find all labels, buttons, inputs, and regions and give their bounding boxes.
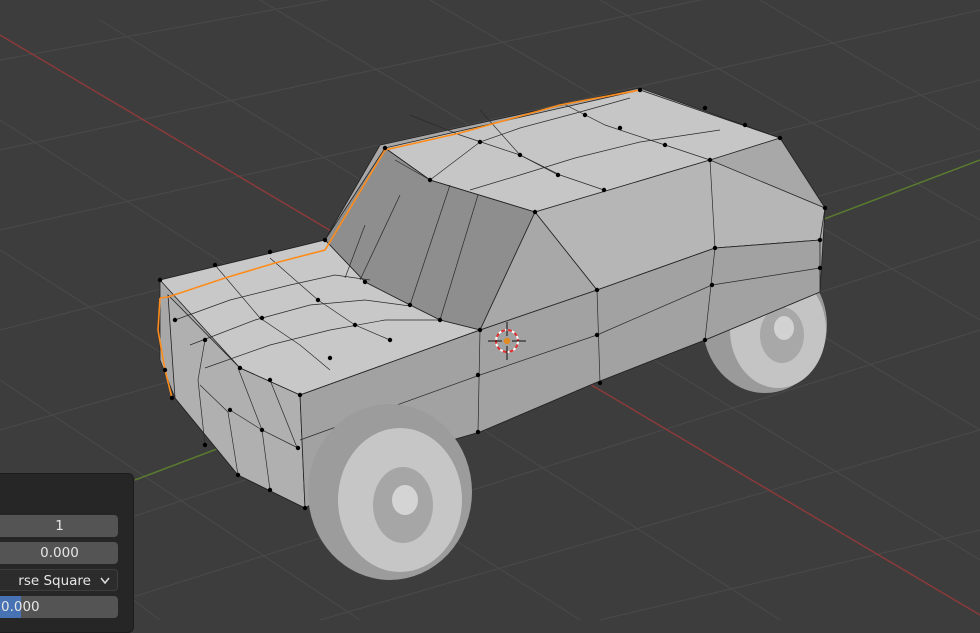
3d-viewport[interactable]	[0, 0, 980, 620]
value-field-1-text: 1	[55, 518, 64, 534]
operator-panel[interactable]: 1 0.000 rse Square 0.000	[0, 473, 134, 633]
value-field-2[interactable]: 0.000	[0, 542, 118, 564]
falloff-dropdown-text: rse Square	[18, 573, 91, 589]
falloff-dropdown[interactable]: rse Square	[0, 569, 118, 591]
chevron-down-icon	[100, 577, 110, 585]
factor-slider-text: 0.000	[1, 599, 40, 615]
value-field-2-text: 0.000	[40, 545, 79, 561]
front-wheel[interactable]	[308, 404, 472, 580]
value-field-1[interactable]: 1	[0, 515, 118, 537]
factor-slider[interactable]: 0.000	[0, 596, 118, 618]
